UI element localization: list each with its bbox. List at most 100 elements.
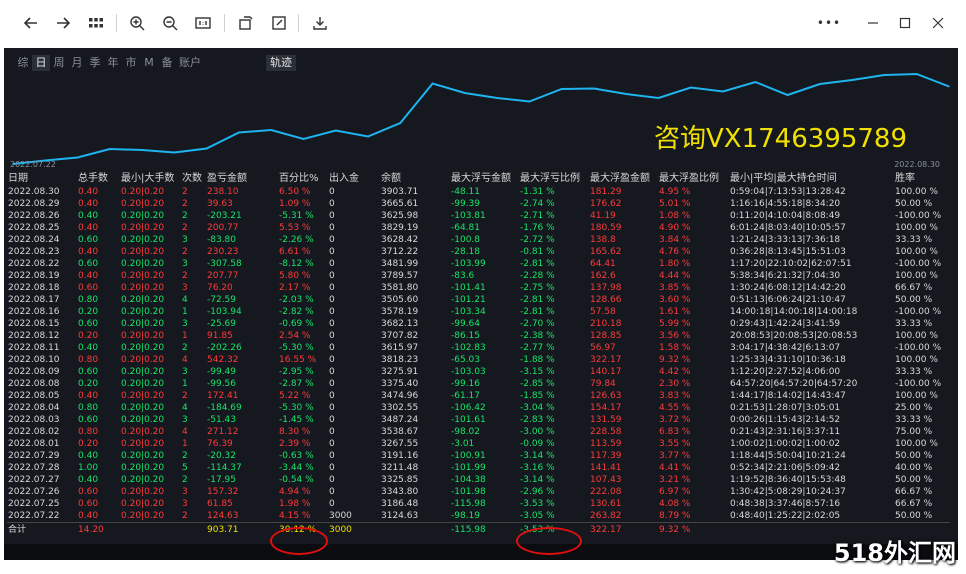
daily-report-table: 日期 总手数 最小|大手数 次数 盈亏金额 百分比% 出入金 余额 最大浮亏金额 最大浮亏比例 最大…	[7, 172, 950, 537]
column-header-12[interactable]: 最小|平均|最大持仓时间	[729, 172, 894, 186]
maximize-icon[interactable]	[892, 10, 918, 36]
column-header-1[interactable]: 总手数	[77, 172, 120, 186]
cell-2: 0.20|0.20	[121, 499, 165, 509]
table-row[interactable]: 2022.08.30 0.40 0.20|0.20 2 238.10 6.50 % 0 390…	[7, 186, 950, 198]
tab-track[interactable]: 轨迹	[266, 55, 296, 71]
column-header-13[interactable]: 胜率	[894, 172, 950, 186]
minimize-icon[interactable]	[860, 10, 886, 36]
column-header-7[interactable]: 余额	[380, 172, 450, 186]
table-row[interactable]: 2022.08.03 0.60 0.20|0.20 3 -51.43 -1.45 % 0 34…	[7, 414, 950, 426]
tab-0[interactable]: 综	[14, 55, 32, 71]
cell-1: 0.20	[78, 331, 99, 341]
cell-4: -103.94	[207, 307, 242, 317]
table-row[interactable]: 2022.08.08 0.20 0.20|0.20 1 -99.56 -2.87 % 0 33…	[7, 378, 950, 390]
cell-5: -0.69 %	[279, 319, 314, 329]
cell-3: 3	[182, 367, 188, 377]
column-header-6[interactable]: 出入金	[328, 172, 380, 186]
table-row[interactable]: 2022.08.23 0.40 0.20|0.20 2 230.23 6.61 % 0 371…	[7, 246, 950, 258]
table-row[interactable]: 2022.08.18 0.60 0.20|0.20 3 76.20 2.17 % 0 3581…	[7, 282, 950, 294]
table-row[interactable]: 2022.08.04 0.80 0.20|0.20 4 -184.69 -5.30 % 0 3…	[7, 402, 950, 414]
tab-3[interactable]: 月	[68, 55, 86, 71]
cell-10: 165.62	[590, 247, 622, 257]
more-options-button[interactable]: •••	[816, 10, 842, 36]
cell-3: 3	[182, 499, 188, 509]
cell-11: 3.56 %	[659, 331, 691, 341]
column-header-9[interactable]: 最大浮亏比例	[519, 172, 589, 186]
cell-6: 0	[329, 259, 335, 269]
table-row[interactable]: 2022.08.11 0.40 0.20|0.20 2 -202.26 -5.30 % 0 3…	[7, 342, 950, 354]
zoom-out-icon[interactable]	[157, 10, 183, 36]
table-row[interactable]: 2022.08.29 0.40 0.20|0.20 2 39.63 1.09 % 0 3665…	[7, 198, 950, 210]
tab-2[interactable]: 周	[50, 55, 68, 71]
cell-7: 3124.63	[381, 511, 419, 521]
equity-point-26	[851, 79, 853, 81]
tab-9[interactable]: 账户	[176, 55, 204, 71]
column-header-0[interactable]: 日期	[7, 172, 77, 186]
highlight-circle	[270, 527, 328, 555]
tab-5[interactable]: 年	[104, 55, 122, 71]
forward-arrow-icon[interactable]	[50, 10, 76, 36]
tab-4[interactable]: 季	[86, 55, 104, 71]
cell-3: 1	[182, 307, 188, 317]
cell-5: -2.87 %	[279, 379, 314, 389]
cell-9: -1.85 %	[520, 391, 555, 401]
cell-13: 100.00 %	[895, 223, 938, 233]
cell-2: 0.20|0.20	[121, 295, 165, 305]
tab-7[interactable]: M	[140, 55, 158, 71]
table-row[interactable]: 2022.08.01 0.20 0.20|0.20 1 76.39 2.39 % 0 3267…	[7, 438, 950, 450]
tab-8[interactable]: 备	[158, 55, 176, 71]
cell-0: 2022.08.01	[8, 439, 60, 449]
column-header-2[interactable]: 最小|大手数	[120, 172, 181, 186]
column-header-4[interactable]: 盈亏金额	[206, 172, 278, 186]
table-row[interactable]: 2022.08.09 0.60 0.20|0.20 3 -99.49 -2.95 % 0 32…	[7, 366, 950, 378]
column-header-8[interactable]: 最大浮亏金额	[450, 172, 519, 186]
back-arrow-icon[interactable]	[18, 10, 44, 36]
rotate-icon[interactable]	[233, 10, 259, 36]
tab-6[interactable]: 市	[122, 55, 140, 71]
cell-10: 56.97	[590, 343, 616, 353]
table-row[interactable]: 2022.07.26 0.60 0.20|0.20 3 157.32 4.94 % 0 334…	[7, 486, 950, 498]
cell-9: -2.70 %	[520, 319, 555, 329]
cell-4: -20.32	[207, 451, 237, 461]
report-panel: 综日周月季年市 M 备账户 轨迹 2022.07.22 2022.08.30 咨询V…	[4, 48, 958, 560]
column-header-3[interactable]: 次数	[181, 172, 206, 186]
table-row[interactable]: 2022.07.22 0.40 0.20|0.20 2 124.63 4.15 % 3000…	[7, 510, 950, 523]
column-header-11[interactable]: 最大浮盈比例	[658, 172, 729, 186]
cell-5: -2.03 %	[279, 295, 314, 305]
table-row[interactable]: 2022.08.12 0.20 0.20|0.20 1 91.85 2.54 % 0 3707…	[7, 330, 950, 342]
cell-1: 0.20	[78, 439, 99, 449]
column-header-5[interactable]: 百分比%	[278, 172, 328, 186]
table-row[interactable]: 2022.08.22 0.60 0.20|0.20 3 -307.58 -8.12 % 0 3…	[7, 258, 950, 270]
cell-2: 0.20|0.20	[121, 475, 165, 485]
table-row[interactable]: 2022.07.27 0.40 0.20|0.20 2 -17.95 -0.54 % 0 33…	[7, 474, 950, 486]
table-row[interactable]: 2022.08.19 0.40 0.20|0.20 2 207.77 5.80 % 0 378…	[7, 270, 950, 282]
cell-0: 2022.08.17	[8, 295, 60, 305]
table-row[interactable]: 2022.07.29 0.40 0.20|0.20 2 -20.32 -0.63 % 0 31…	[7, 450, 950, 462]
table-row[interactable]: 2022.07.25 0.60 0.20|0.20 3 61.85 1.98 % 0 3186…	[7, 498, 950, 510]
cell-12: 1:00:02|1:00:02|1:00:02	[730, 439, 841, 449]
tab-1[interactable]: 日	[32, 55, 50, 71]
column-header-10[interactable]: 最大浮盈金额	[589, 172, 658, 186]
cell-10: 64.41	[590, 259, 616, 269]
zoom-in-icon[interactable]	[124, 10, 150, 36]
cell-2: 0.20|0.20	[121, 307, 165, 317]
table-row[interactable]: 2022.08.02 0.80 0.20|0.20 4 271.12 8.30 % 0 353…	[7, 426, 950, 438]
table-row[interactable]: 2022.08.10 0.80 0.20|0.20 4 542.32 16.55 % 0 38…	[7, 354, 950, 366]
table-row[interactable]: 2022.08.25 0.40 0.20|0.20 2 200.77 5.53 % 0 382…	[7, 222, 950, 234]
table-row[interactable]: 2022.08.26 0.40 0.20|0.20 2 -203.21 -5.31 % 0 3…	[7, 210, 950, 222]
table-row[interactable]: 2022.08.15 0.60 0.20|0.20 3 -25.69 -0.69 % 0 36…	[7, 318, 950, 330]
table-row[interactable]: 2022.07.28 1.00 0.20|0.20 5 -114.37 -3.44 % 0 3…	[7, 462, 950, 474]
close-icon[interactable]	[925, 10, 951, 36]
edit-icon[interactable]	[266, 10, 292, 36]
download-icon[interactable]	[307, 10, 333, 36]
cell-10: 128.85	[590, 331, 622, 341]
table-row[interactable]: 2022.08.24 0.60 0.20|0.20 3 -83.80 -2.26 % 0 36…	[7, 234, 950, 246]
table-row[interactable]: 2022.08.16 0.20 0.20|0.20 1 -103.94 -2.82 % 0 3…	[7, 306, 950, 318]
grid-view-icon[interactable]	[83, 10, 109, 36]
table-row[interactable]: 2022.08.05 0.40 0.20|0.20 2 172.41 5.22 % 0 347…	[7, 390, 950, 402]
cell-12: 1:30:42|5:08:29|10:24:37	[730, 487, 846, 497]
table-row[interactable]: 2022.08.17 0.80 0.20|0.20 4 -72.59 -2.03 % 0 35…	[7, 294, 950, 306]
equity-point-15	[496, 97, 498, 99]
actual-size-icon[interactable]	[190, 10, 216, 36]
cell-8: -64.81	[451, 223, 481, 233]
